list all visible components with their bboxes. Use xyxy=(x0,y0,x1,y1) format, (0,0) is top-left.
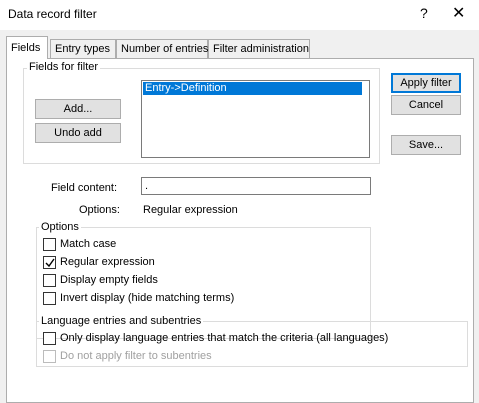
apply-filter-button[interactable]: Apply filter xyxy=(391,73,461,93)
do-not-apply-to-subentries-label: Do not apply filter to subentries xyxy=(60,350,212,362)
only-display-language-entries-checkbox[interactable]: Only display language entries that match… xyxy=(43,331,443,347)
help-button[interactable]: ? xyxy=(420,5,428,21)
save-button[interactable]: Save... xyxy=(391,135,461,155)
checkbox-box[interactable] xyxy=(43,256,56,269)
regular-expression-checkbox[interactable]: Regular expression xyxy=(43,255,183,271)
dialog-client-area: Fields Entry types Number of entries Fil… xyxy=(0,30,479,403)
tab-fields-label: Fields xyxy=(11,42,41,54)
display-empty-fields-checkbox[interactable]: Display empty fields xyxy=(43,273,203,289)
title-bar: Data record filter ? ✕ xyxy=(0,0,479,30)
tab-entry-types[interactable]: Entry types xyxy=(50,39,116,58)
checkbox-box[interactable] xyxy=(43,238,56,251)
checkbox-box xyxy=(43,350,56,363)
invert-display-checkbox[interactable]: Invert display (hide matching terms) xyxy=(43,291,263,307)
cancel-button[interactable]: Cancel xyxy=(391,95,461,115)
field-content-label: Field content: xyxy=(51,182,118,194)
field-content-input[interactable]: . xyxy=(141,177,371,195)
match-case-label: Match case xyxy=(60,238,117,250)
list-item[interactable]: Entry->Definition xyxy=(143,82,362,95)
options-caption: Options: xyxy=(79,204,120,216)
tab-entry-types-label: Entry types xyxy=(55,43,111,55)
checkbox-box[interactable] xyxy=(43,292,56,305)
only-display-language-entries-label: Only display language entries that match… xyxy=(60,332,389,344)
fields-for-filter-label: Fields for filter xyxy=(27,61,101,73)
language-entries-group-label: Language entries and subentries xyxy=(39,315,204,327)
window-title: Data record filter xyxy=(8,7,97,21)
tab-fields[interactable]: Fields xyxy=(6,36,48,59)
filter-fields-list[interactable]: Entry->Definition xyxy=(141,80,370,158)
close-icon[interactable]: ✕ xyxy=(452,3,465,23)
invert-display-label: Invert display (hide matching terms) xyxy=(60,292,235,304)
tab-number-of-entries-label: Number of entries xyxy=(121,43,209,55)
fields-tab-panel: Fields for filter Add... Undo add Entry-… xyxy=(6,58,474,403)
match-case-checkbox[interactable]: Match case xyxy=(43,237,143,253)
display-empty-fields-label: Display empty fields xyxy=(60,274,158,286)
options-group-label: Options xyxy=(39,221,81,233)
add-button[interactable]: Add... xyxy=(35,99,121,119)
checkbox-box[interactable] xyxy=(43,332,56,345)
tab-number-of-entries[interactable]: Number of entries xyxy=(116,39,208,58)
regular-expression-label: Regular expression xyxy=(60,256,155,268)
options-summary-value: Regular expression xyxy=(143,204,238,216)
tab-filter-administration[interactable]: Filter administration xyxy=(208,39,310,58)
tab-filter-administration-label: Filter administration xyxy=(213,43,309,55)
undo-add-button[interactable]: Undo add xyxy=(35,123,121,143)
checkbox-box[interactable] xyxy=(43,274,56,287)
do-not-apply-to-subentries-checkbox: Do not apply filter to subentries xyxy=(43,349,243,365)
checkmark-icon xyxy=(45,258,55,268)
